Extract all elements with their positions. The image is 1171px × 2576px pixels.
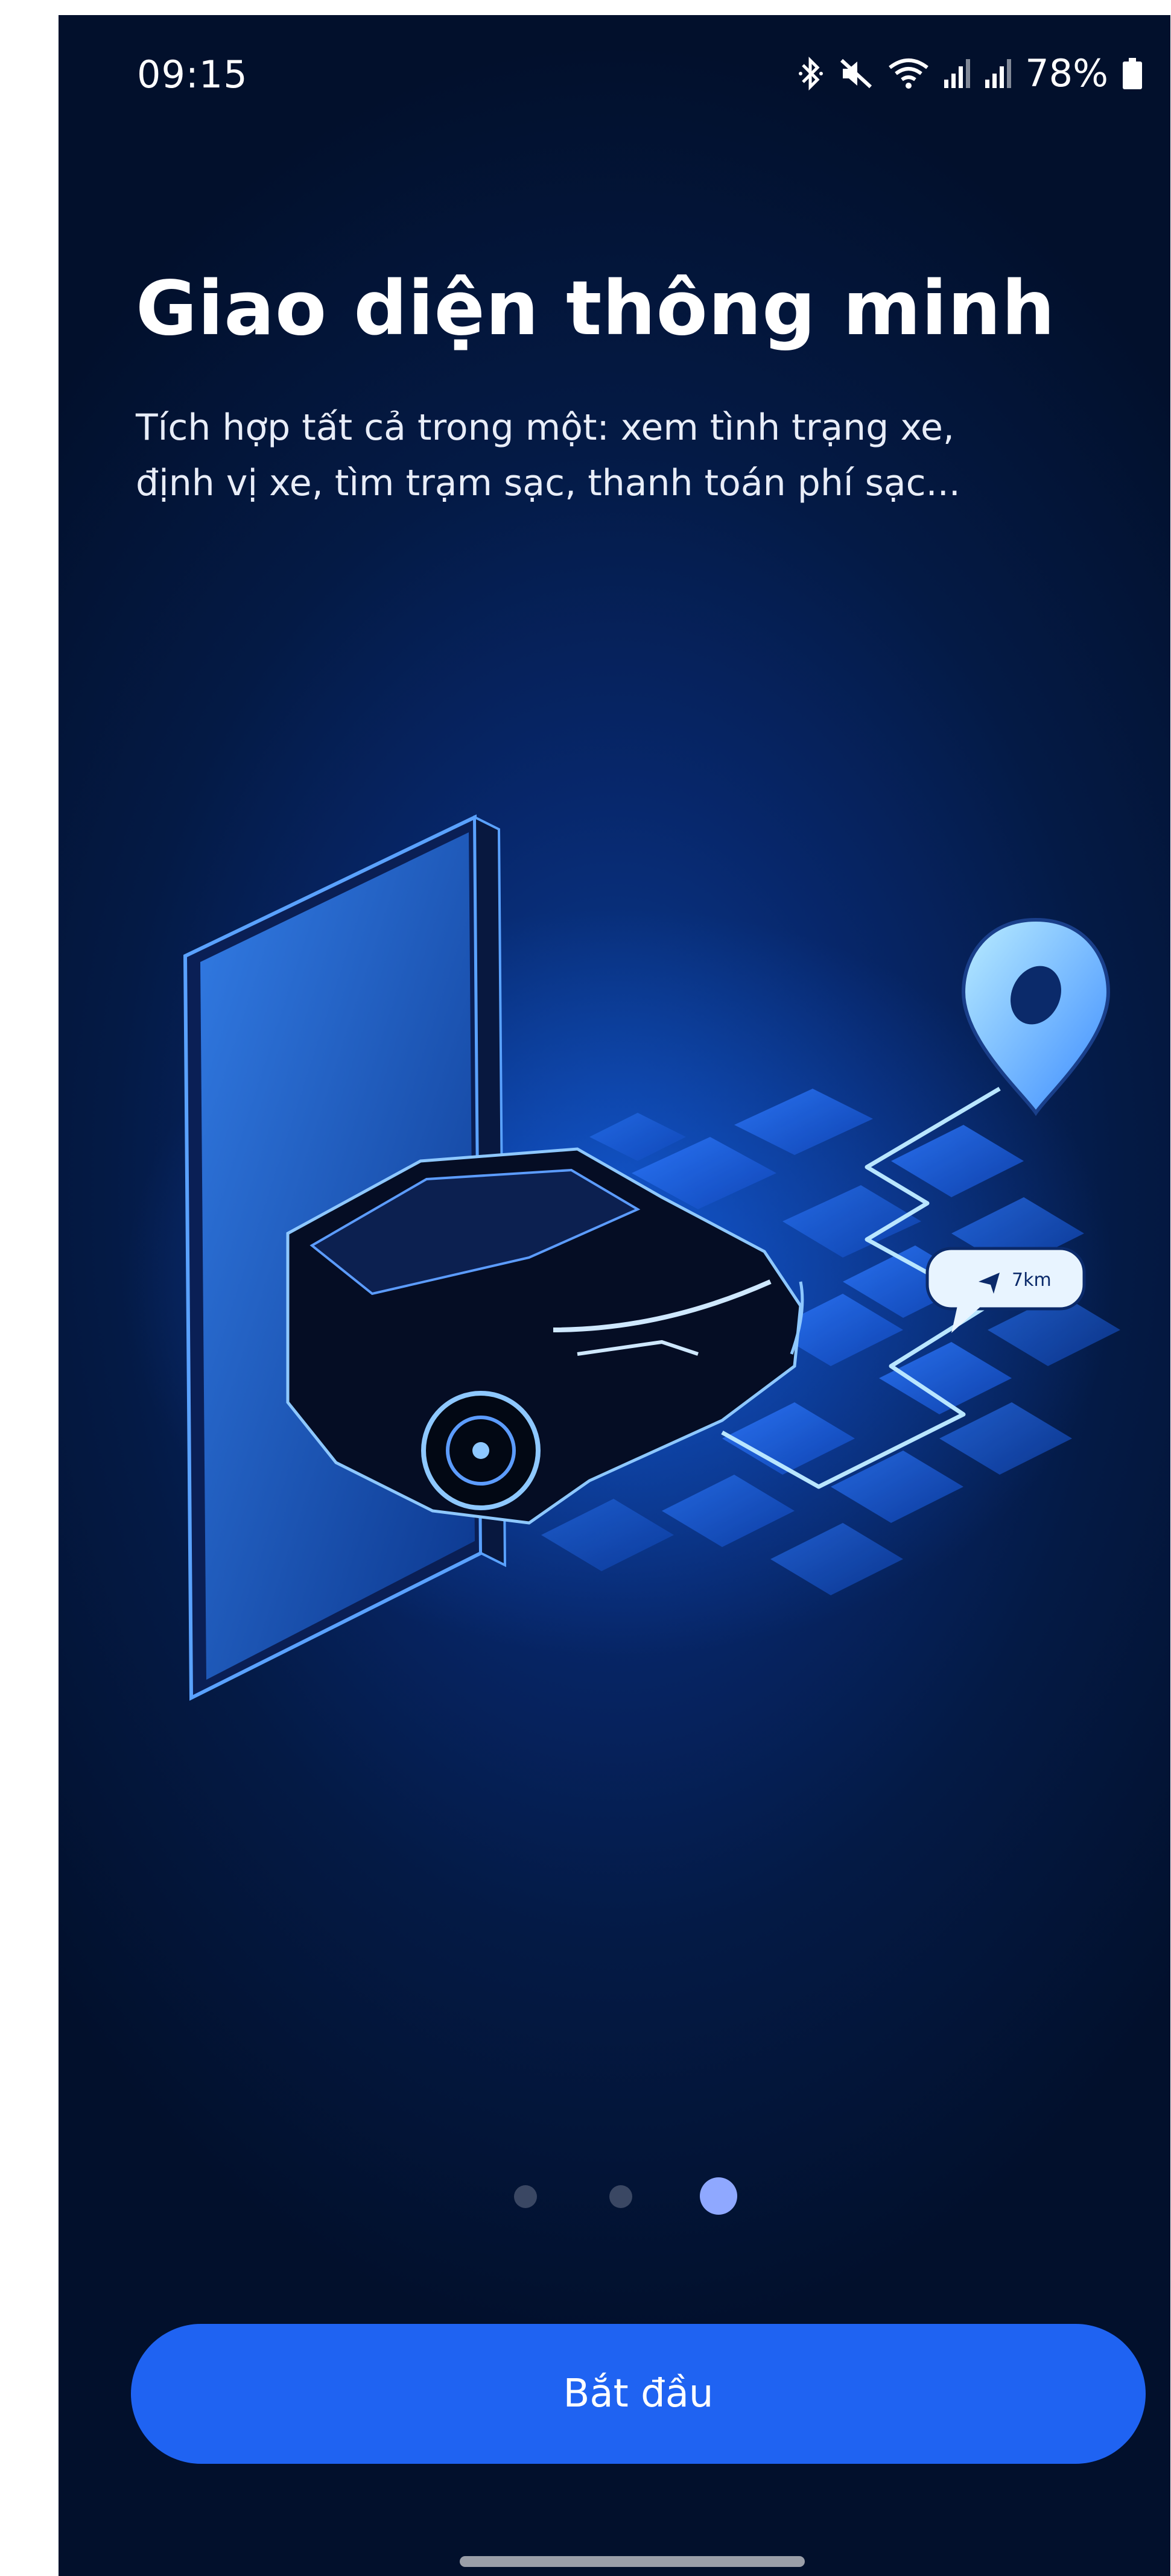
mute-icon — [838, 57, 874, 90]
signal-icon — [984, 57, 1012, 90]
page-dot[interactable] — [514, 2185, 537, 2208]
battery-icon — [1122, 57, 1143, 90]
onboarding-screen: 09:15 78% Giao diện thông minh Tích hợp … — [59, 15, 1170, 2576]
subtitle-line: Tích hợp tất cả trong một: xem tình trạn… — [136, 407, 954, 449]
smart-interface-illustration: 7km — [59, 679, 1170, 1824]
page-dot[interactable] — [609, 2185, 632, 2208]
page-subtitle: Tích hợp tất cả trong một: xem tình trạn… — [136, 400, 1149, 511]
wifi-icon — [887, 57, 930, 90]
page-dot-active[interactable] — [700, 2177, 737, 2215]
status-icons: 78% — [797, 51, 1143, 95]
page-title: Giao diện thông minh — [136, 265, 1056, 352]
subtitle-line: định vị xe, tìm trạm sạc, thanh toán phí… — [136, 462, 960, 504]
bluetooth-icon — [797, 56, 825, 90]
distance-label: 7km — [1012, 1270, 1052, 1291]
start-button[interactable]: Bắt đầu — [131, 2324, 1146, 2464]
status-time: 09:15 — [137, 52, 248, 97]
page-indicator — [59, 2176, 1170, 2215]
signal-icon — [943, 57, 971, 90]
home-indicator[interactable] — [460, 2556, 805, 2567]
status-bar: 09:15 78% — [59, 15, 1170, 154]
battery-percent: 78% — [1025, 51, 1108, 95]
